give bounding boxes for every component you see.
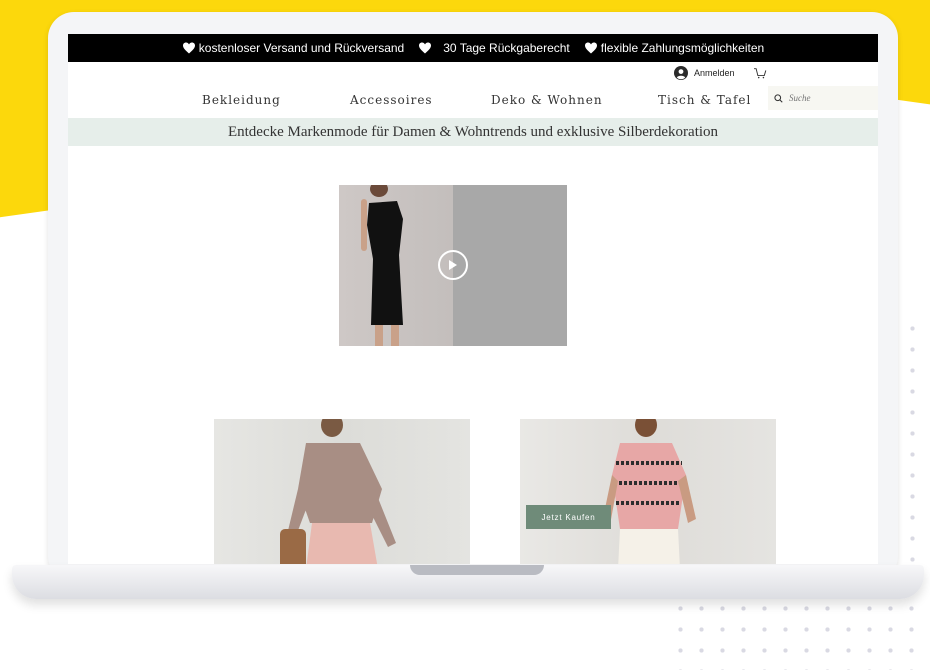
play-icon (449, 260, 457, 270)
jetzt-kaufen-button[interactable]: Jetzt Kaufen (526, 505, 611, 529)
nav-item-deko-wohnen[interactable]: Deko & Wohnen (491, 93, 603, 107)
video-grey-panel (453, 185, 567, 346)
promo-bar: kostenloser Versand und Rückversand 30 T… (68, 34, 878, 62)
promo-item-returns: 30 Tage Rückgaberecht (418, 41, 570, 55)
main-navigation: Bekleidung Accessoires Deko & Wohnen Tis… (68, 86, 878, 118)
product-tile[interactable]: Jetzt Kaufen (520, 419, 776, 564)
promo-item-shipping: kostenloser Versand und Rückversand (182, 41, 404, 55)
tagline-text: Entdecke Markenmode für Damen & Wohntren… (227, 123, 719, 140)
login-link[interactable]: Anmelden (674, 66, 735, 80)
login-label: Anmelden (694, 68, 735, 78)
play-button[interactable] (438, 250, 468, 280)
promo-text-shipping: kostenloser Versand und Rückversand (198, 41, 405, 55)
heart-icon (182, 42, 195, 54)
dress-model-image (361, 185, 403, 346)
tagline-banner: Entdecke Markenmode für Damen & Wohntren… (68, 118, 878, 146)
product-tile[interactable] (214, 419, 470, 564)
shopping-cart-icon[interactable] (753, 67, 767, 79)
utility-bar: Anmelden (68, 62, 878, 86)
product-image-sweater (280, 419, 396, 564)
laptop-notch (410, 565, 544, 575)
promo-text-returns: 30 Tage Rückgaberecht (443, 41, 570, 55)
video-player[interactable] (339, 185, 567, 346)
search-icon (774, 93, 783, 103)
promo-text-payment: flexible Zahlungsmöglichkeiten (600, 41, 765, 55)
nav-item-tisch-tafel[interactable]: Tisch & Tafel (658, 93, 751, 107)
video-thumbnail-model (339, 185, 453, 346)
heart-icon (419, 42, 432, 54)
heart-icon (584, 42, 597, 54)
decorative-dot-grid-bottom (670, 598, 930, 670)
product-image-lace-top (602, 419, 696, 564)
nav-item-accessoires[interactable]: Accessoires (350, 93, 433, 107)
promo-item-payment: flexible Zahlungsmöglichkeiten (584, 41, 764, 55)
nav-item-bekleidung[interactable]: Bekleidung (202, 93, 281, 107)
website-screen: kostenloser Versand und Rückversand 30 T… (68, 34, 878, 564)
search-box[interactable] (768, 86, 878, 110)
search-input[interactable] (789, 93, 869, 103)
user-avatar-icon (674, 66, 688, 80)
